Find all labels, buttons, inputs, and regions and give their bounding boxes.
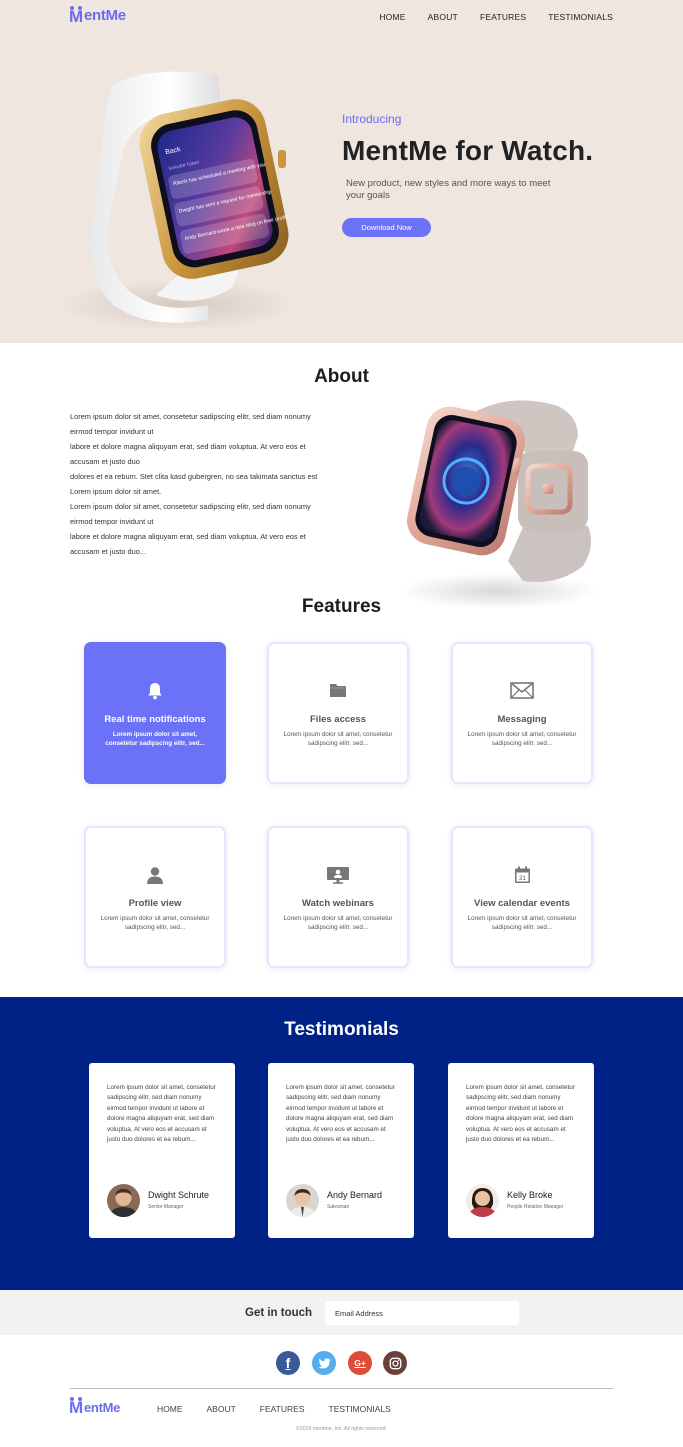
- feature-title: Watch webinars: [302, 898, 374, 909]
- header-logo[interactable]: M entMe: [69, 6, 126, 26]
- copyright-text: ©2019 mentme, Inc. All rights reserved.: [296, 1426, 387, 1432]
- feature-title: View calendar events: [474, 898, 570, 909]
- testimonial-role: Salesman: [327, 1204, 350, 1210]
- logo-mark-icon: M: [69, 1397, 83, 1417]
- hero-watch-image: Back EARLIER TODAY Ritesh has scheduled …: [58, 71, 290, 331]
- feature-card-files[interactable]: Files access Lorem ipsum dolor sit amet,…: [267, 642, 409, 784]
- hero-subtitle: New product, new styles and more ways to…: [346, 178, 551, 201]
- email-address-input[interactable]: [325, 1301, 519, 1325]
- about-line: Lorem ipsum dolor sit amet, consetetur s…: [70, 502, 311, 526]
- feature-desc: Lorem ipsum dolor sit amet, consetetur s…: [283, 731, 393, 747]
- testimonials-title: Testimonials: [284, 1019, 399, 1040]
- testimonial-name: Andy Bernard: [327, 1190, 383, 1200]
- testimonial-name: Kelly Broke: [507, 1190, 553, 1200]
- feature-card-notifications[interactable]: Real time notifications Lorem ipsum dolo…: [84, 642, 226, 784]
- footer-nav-about[interactable]: ABOUT: [207, 1404, 236, 1414]
- feature-desc: Lorem ipsum dolor sit amet, consetetur s…: [100, 915, 210, 931]
- about-title: About: [314, 366, 369, 387]
- feature-card-webinars[interactable]: Watch webinars Lorem ipsum dolor sit ame…: [267, 826, 409, 968]
- feature-card-calendar[interactable]: 21 View calendar events Lorem ipsum dolo…: [451, 826, 593, 968]
- feature-desc: Lorem ipsum dolor sit amet, consetetur s…: [467, 731, 577, 747]
- testimonial-name: Dwight Schrute: [148, 1190, 210, 1200]
- about-line: labore et dolore magna aliquyam erat, se…: [70, 532, 306, 556]
- feature-title: Messaging: [497, 714, 547, 725]
- about-text: Lorem ipsum dolor sit amet, consetetur s…: [70, 409, 332, 559]
- feature-card-messaging[interactable]: Messaging Lorem ipsum dolor sit amet, co…: [451, 642, 593, 784]
- download-now-button[interactable]: Download Now: [342, 218, 431, 237]
- feature-card-profile[interactable]: Profile view Lorem ipsum dolor sit amet,…: [84, 826, 226, 968]
- feature-desc: Lorem ipsum dolor sit amet, consetetur s…: [105, 731, 205, 747]
- facebook-icon[interactable]: f: [276, 1351, 300, 1375]
- footer-logo[interactable]: M entMe: [69, 1397, 121, 1417]
- about-line: Lorem ipsum dolor sit amet, consetetur s…: [70, 412, 311, 436]
- about-line: labore et dolore magna aliquyam erat, se…: [70, 442, 306, 466]
- feature-title: Real time notifications: [104, 714, 206, 725]
- testimonial-quote: Lorem ipsum dolor sit amet, consetetur s…: [286, 1084, 395, 1144]
- footer-divider: [70, 1388, 613, 1389]
- testimonial-role: People Relation Manager: [507, 1204, 564, 1210]
- hero-intro: Introducing: [342, 112, 402, 126]
- envelope-icon: [453, 682, 591, 702]
- calendar-icon: 21: [453, 866, 591, 886]
- main-nav: HOME ABOUT FEATURES TESTIMONIALS: [379, 12, 613, 22]
- about-line: dolores et ea rebum. Stet clita kasd gub…: [70, 472, 318, 496]
- features-title: Features: [301, 596, 382, 617]
- footer-nav-testimonials[interactable]: TESTIMONIALS: [329, 1404, 391, 1414]
- testimonial-card: Lorem ipsum dolor sit amet, consetetur s…: [268, 1063, 414, 1238]
- nav-testimonials[interactable]: TESTIMONIALS: [548, 12, 613, 22]
- feature-title: Files access: [310, 714, 366, 725]
- presentation-icon: [269, 866, 407, 886]
- footer-nav-features[interactable]: FEATURES: [260, 1404, 305, 1414]
- get-in-touch-label: Get in touch: [245, 1307, 313, 1319]
- instagram-icon[interactable]: [383, 1351, 407, 1375]
- hero-title: MentMe for Watch.: [342, 135, 594, 166]
- avatar: [107, 1184, 140, 1217]
- google-plus-icon[interactable]: G+: [348, 1351, 372, 1375]
- nav-about[interactable]: ABOUT: [428, 12, 458, 22]
- footer-nav-home[interactable]: HOME: [157, 1404, 183, 1414]
- avatar: [286, 1184, 319, 1217]
- twitter-icon[interactable]: [312, 1351, 336, 1375]
- logo-text: entMe: [84, 1400, 121, 1415]
- nav-features[interactable]: FEATURES: [480, 12, 526, 22]
- testimonial-quote: Lorem ipsum dolor sit amet, consetetur s…: [466, 1084, 575, 1144]
- nav-home[interactable]: HOME: [379, 12, 405, 22]
- bell-icon: [86, 682, 224, 702]
- testimonial-role: Senior Manager: [148, 1204, 184, 1210]
- logo-mark-icon: M: [69, 6, 83, 26]
- feature-desc: Lorem ipsum dolor sit amet, consetetur s…: [283, 915, 393, 931]
- feature-title: Profile view: [128, 898, 182, 909]
- folder-icon: [269, 682, 407, 702]
- testimonial-card: Lorem ipsum dolor sit amet, consetetur s…: [89, 1063, 235, 1238]
- avatar: [466, 1184, 499, 1217]
- feature-desc: Lorem ipsum dolor sit amet, consetetur s…: [467, 915, 577, 931]
- logo-text: entMe: [84, 7, 126, 24]
- testimonial-quote: Lorem ipsum dolor sit amet, consetetur s…: [107, 1084, 216, 1144]
- user-icon: [86, 866, 224, 886]
- footer-nav: HOME ABOUT FEATURES TESTIMONIALS: [157, 1404, 391, 1414]
- calendar-day: 21: [519, 876, 526, 882]
- testimonial-card: Lorem ipsum dolor sit amet, consetetur s…: [448, 1063, 594, 1238]
- about-watch-image: [398, 400, 598, 609]
